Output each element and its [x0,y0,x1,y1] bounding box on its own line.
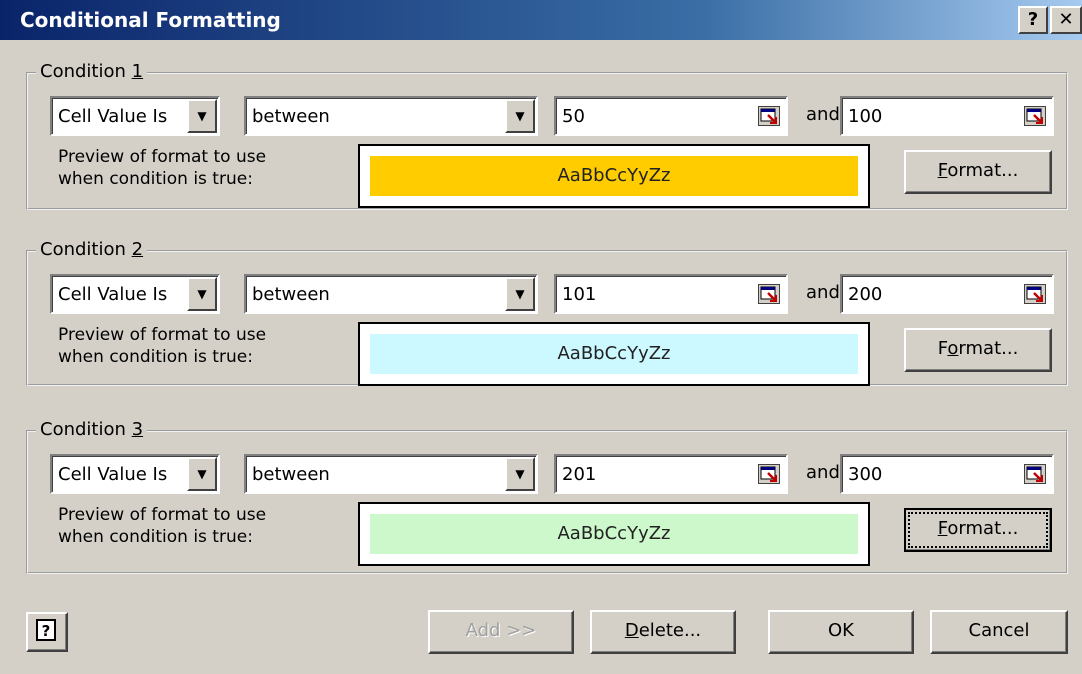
preview-label: Preview of format to use when condition … [58,146,266,190]
delete-label: elete... [638,620,702,641]
chevron-down-icon: ▼ [197,467,207,481]
ok-button[interactable]: OK [768,610,914,654]
format-button[interactable]: Format... [904,150,1052,194]
value1-input[interactable]: 50 [554,96,788,136]
chevron-down-icon: ▼ [515,467,525,481]
title-bar: Conditional Formatting ? ✕ [0,0,1082,40]
help-icon: ? [36,619,56,641]
delete-accesskey: D [624,620,639,641]
operator-value: between [252,106,330,127]
and-label: and [806,462,840,483]
svg-text:?: ? [42,622,51,640]
condition-type-value: Cell Value Is [58,106,168,127]
dropdown-button[interactable]: ▼ [187,277,217,311]
condition-type-value: Cell Value Is [58,464,168,485]
help-title-button[interactable]: ? [1018,6,1048,34]
dropdown-button[interactable]: ▼ [505,457,535,491]
range-select-icon[interactable] [758,464,780,484]
preview-swatch: AaBbCcYyZz [370,156,858,196]
preview-label-line1: Preview of format to use [58,325,267,345]
preview-label-line2: when condition is true: [58,527,253,547]
condition-label: Condition 2 [36,239,148,260]
dropdown-button[interactable]: ▼ [187,457,217,491]
dropdown-button[interactable]: ▼ [505,277,535,311]
preview-label: Preview of format to use when condition … [58,504,266,548]
preview-swatch: AaBbCcYyZz [370,514,858,554]
preview-label: Preview of format to use when condition … [58,324,266,368]
help-button[interactable]: ? [26,612,68,652]
condition-type-select[interactable]: Cell Value Is ▼ [50,274,220,314]
value1-text: 101 [562,284,597,305]
value2-input[interactable]: 200 [840,274,1054,314]
range-select-icon[interactable] [1024,284,1046,304]
value1-text: 50 [562,106,585,127]
operator-select[interactable]: between ▼ [244,454,538,494]
range-select-icon[interactable] [758,106,780,126]
condition-type-select[interactable]: Cell Value Is ▼ [50,96,220,136]
close-button[interactable]: ✕ [1050,6,1082,34]
value2-input[interactable]: 300 [840,454,1054,494]
value2-text: 200 [848,284,883,305]
format-preview: AaBbCcYyZz [358,322,870,386]
chevron-down-icon: ▼ [197,109,207,123]
value2-text: 300 [848,464,883,485]
chevron-down-icon: ▼ [515,287,525,301]
delete-button[interactable]: Delete... [590,610,736,654]
operator-select[interactable]: between ▼ [244,96,538,136]
add-button[interactable]: Add >> [428,610,574,654]
dropdown-button[interactable]: ▼ [505,99,535,133]
question-mark-icon: ? [1027,9,1039,30]
and-label: and [806,282,840,303]
range-select-icon[interactable] [1024,106,1046,126]
operator-value: between [252,464,330,485]
preview-label-line2: when condition is true: [58,169,253,189]
dropdown-button[interactable]: ▼ [187,99,217,133]
format-button[interactable]: Format... [904,508,1052,552]
condition-type-value: Cell Value Is [58,284,168,305]
window-title: Conditional Formatting [20,8,281,32]
close-icon: ✕ [1058,9,1074,30]
condition-label: Condition 1 [36,61,148,82]
cancel-button[interactable]: Cancel [930,610,1068,654]
range-select-icon[interactable] [758,284,780,304]
and-label: and [806,104,840,125]
value1-text: 201 [562,464,597,485]
preview-label-line1: Preview of format to use [58,505,267,525]
value2-text: 100 [848,106,883,127]
chevron-down-icon: ▼ [197,287,207,301]
preview-label-line1: Preview of format to use [58,147,267,167]
format-button[interactable]: Format... [904,328,1052,372]
value1-input[interactable]: 201 [554,454,788,494]
format-preview: AaBbCcYyZz [358,144,870,208]
chevron-down-icon: ▼ [515,109,525,123]
value1-input[interactable]: 101 [554,274,788,314]
condition-label: Condition 3 [36,419,148,440]
condition-group-3: Condition 3 Cell Value Is ▼ between ▼ 20… [26,419,1068,574]
condition-type-select[interactable]: Cell Value Is ▼ [50,454,220,494]
range-select-icon[interactable] [1024,464,1046,484]
condition-group-2: Condition 2 Cell Value Is ▼ between ▼ 10… [26,239,1068,386]
operator-select[interactable]: between ▼ [244,274,538,314]
preview-swatch: AaBbCcYyZz [370,334,858,374]
condition-group-1: Condition 1 Cell Value Is ▼ between ▼ 50… [26,61,1068,210]
preview-label-line2: when condition is true: [58,347,253,367]
operator-value: between [252,284,330,305]
value2-input[interactable]: 100 [840,96,1054,136]
format-preview: AaBbCcYyZz [358,502,870,566]
